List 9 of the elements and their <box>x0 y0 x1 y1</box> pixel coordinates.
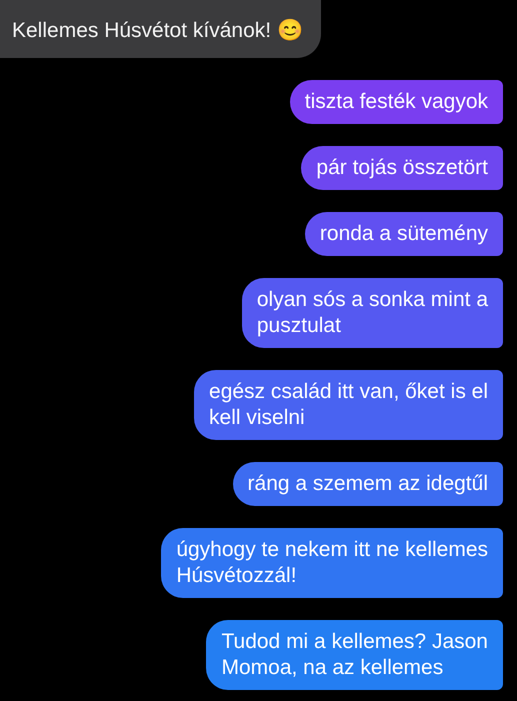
message-bubble: Tudod mi a kellemes? Jason Momoa, na az kellemes <box>206 620 503 690</box>
message-bubble: Kellemes Húsvétot kívánok! 😊 <box>0 0 321 58</box>
message-bubble: olyan sós a sonka mint a pusztulat <box>242 278 503 348</box>
message-bubble: úgyhogy te nekem itt ne kellemes Húsvétozzál! <box>161 528 503 598</box>
message-bubble: pár tojás összetört <box>301 146 503 190</box>
message-bubble: tiszta festék vagyok <box>290 80 503 124</box>
message-bubble: egész család itt van, őket is el kell viselni <box>194 370 503 440</box>
message-bubble: ronda a sütemény <box>304 212 503 256</box>
message-bubble: ráng a szemem az idegtűl <box>232 462 503 506</box>
